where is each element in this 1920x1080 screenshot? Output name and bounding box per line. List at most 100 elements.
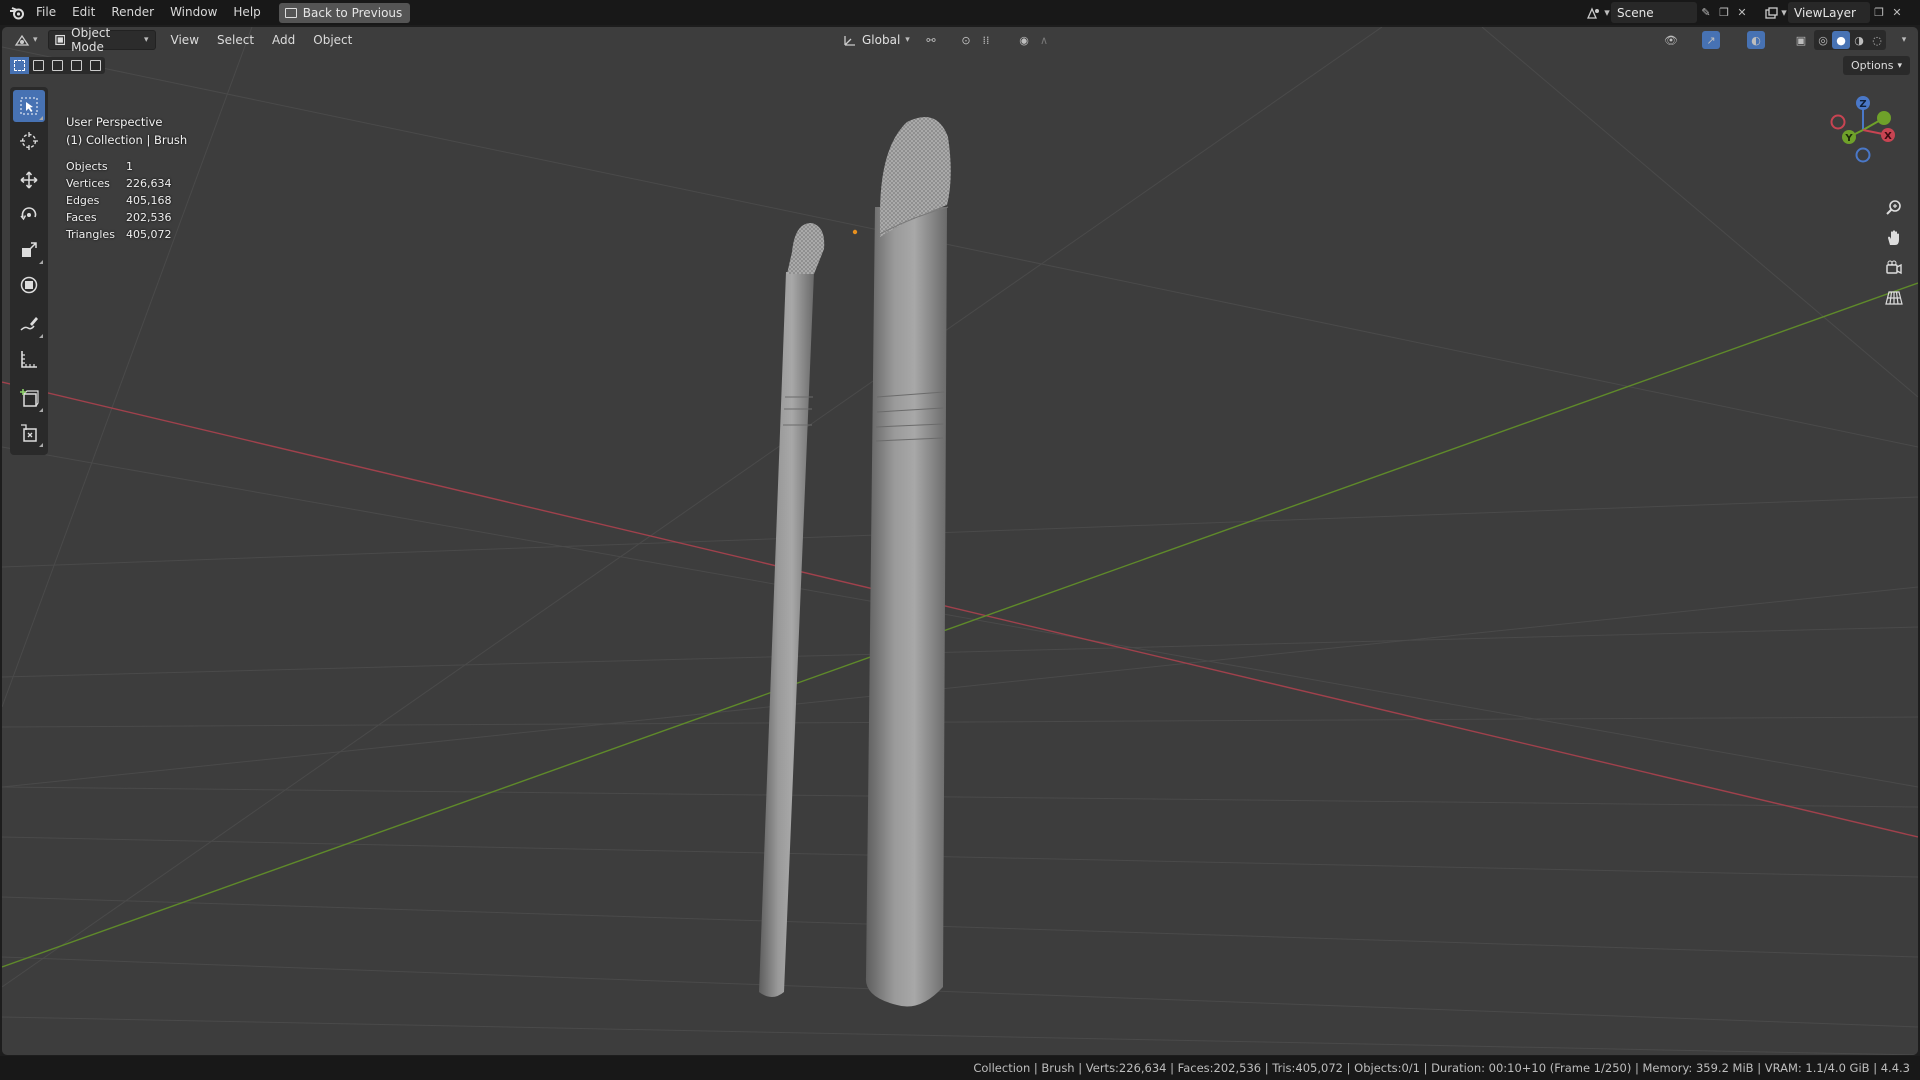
transform-tool[interactable]: [13, 269, 45, 301]
stats-value: 405,168: [126, 194, 172, 207]
viewport-scene: [2, 27, 1918, 1055]
selection-mode-group: [10, 57, 105, 74]
small-brush-mesh[interactable]: [759, 222, 825, 997]
pivot-point-icon[interactable]: ⚯: [922, 31, 940, 49]
grid-perspective-icon: [1885, 291, 1903, 305]
3d-viewport[interactable]: ▾ Object Mode ▾ View Select Add Object G…: [2, 27, 1918, 1055]
chevron-down-icon: ▾: [144, 35, 149, 45]
move-tool[interactable]: [13, 164, 45, 196]
scale-tool[interactable]: [13, 234, 45, 266]
stats-value: 405,072: [126, 228, 172, 241]
select-subtract-icon[interactable]: [48, 57, 67, 74]
object-mode-icon: [54, 34, 65, 46]
menu-render[interactable]: Render: [103, 0, 162, 25]
options-dropdown[interactable]: Options ▾: [1843, 56, 1910, 75]
snap-icon[interactable]: ⊙: [957, 31, 975, 49]
chevron-down-icon[interactable]: ▾: [1603, 4, 1611, 22]
falloff-icon[interactable]: ∧: [1035, 31, 1053, 49]
navigation-gizmo[interactable]: Z Y X: [1818, 85, 1908, 175]
gizmo-z-label: Z: [1859, 99, 1866, 110]
menu-help[interactable]: Help: [225, 0, 268, 25]
stats-row: Faces 202,536: [66, 209, 172, 226]
camera-view-button[interactable]: [1880, 254, 1908, 282]
stats-row: Vertices 226,634: [66, 175, 172, 192]
x-axis-line: [2, 381, 1918, 838]
annotate-pencil-icon: [20, 317, 38, 331]
select-intersect-icon[interactable]: [86, 57, 105, 74]
zoom-icon: [1886, 200, 1901, 215]
stats-row: Triangles 405,072: [66, 226, 172, 243]
close-scene-icon[interactable]: ✕: [1733, 4, 1751, 22]
chevron-down-icon[interactable]: ▾: [1780, 4, 1788, 22]
chevron-down-icon: ▾: [1897, 60, 1902, 71]
menu-edit[interactable]: Edit: [64, 0, 103, 25]
menu-window[interactable]: Window: [162, 0, 225, 25]
camera-icon: [1886, 260, 1902, 275]
rotate-tool[interactable]: [13, 199, 45, 231]
stats-key: Faces: [66, 211, 97, 224]
object-mode-dropdown[interactable]: Object Mode ▾: [47, 27, 156, 54]
material-shading-icon[interactable]: ◑: [1850, 31, 1868, 49]
perspective-label: User Perspective: [66, 115, 163, 129]
chevron-down-icon: ▾: [33, 35, 38, 45]
solid-shading-icon[interactable]: ●: [1832, 31, 1850, 49]
large-brush-mesh[interactable]: [865, 117, 951, 1007]
gizmo-neg-x[interactable]: [1830, 114, 1846, 130]
scene-name-field[interactable]: Scene: [1611, 2, 1697, 23]
snap-grid-icon[interactable]: ⁞⁞: [977, 31, 995, 49]
editor-type-button[interactable]: ▾: [8, 30, 44, 50]
gizmo-neg-z[interactable]: [1855, 147, 1871, 163]
cursor-tool[interactable]: [13, 125, 45, 157]
view-layer-selector: ▾ ViewLayer ❐ ✕: [1762, 2, 1906, 23]
menu-file[interactable]: File: [28, 0, 64, 25]
proportional-editing-icon[interactable]: ◉: [1015, 31, 1033, 49]
select-box-tool[interactable]: [13, 90, 45, 122]
add-object-tool[interactable]: [13, 417, 45, 449]
pin-icon[interactable]: ✎: [1697, 4, 1715, 22]
tool-shelf: [10, 87, 48, 455]
scene-statistics: Objects 1 Vertices 226,634 Edges 405,168 Fa…: [66, 158, 172, 243]
add-cube-tool[interactable]: [13, 382, 45, 414]
pan-button[interactable]: [1880, 224, 1908, 252]
select-extend-icon[interactable]: [29, 57, 48, 74]
chevron-down-icon[interactable]: ▾: [1895, 31, 1913, 49]
visibility-icon[interactable]: 👁: [1662, 31, 1680, 49]
scene-icon[interactable]: [1585, 4, 1603, 22]
xray-toggle-icon[interactable]: ▣: [1792, 31, 1810, 49]
stats-key: Vertices: [66, 177, 110, 190]
transform-orientation-dropdown[interactable]: Global ▾: [837, 30, 916, 50]
gizmo-y-positive[interactable]: [1877, 111, 1891, 125]
gizmo-toggle-icon[interactable]: ↗: [1702, 31, 1720, 49]
select-new-icon[interactable]: [10, 57, 29, 74]
wireframe-shading-icon[interactable]: ◎: [1814, 31, 1832, 49]
rotate-icon: [20, 207, 37, 221]
close-view-layer-icon[interactable]: ✕: [1888, 4, 1906, 22]
screen-icon: [284, 7, 297, 18]
view-layer-name-field[interactable]: ViewLayer: [1788, 2, 1870, 23]
object-mode-label: Object Mode: [71, 27, 111, 54]
floor-grid: [2, 27, 1918, 1055]
viewport-info-overlay: User Perspective (1) Collection | Brush: [66, 113, 187, 149]
select-invert-icon[interactable]: [67, 57, 86, 74]
options-label: Options: [1851, 59, 1894, 72]
stats-row: Edges 405,168: [66, 192, 172, 209]
zoom-button[interactable]: [1880, 194, 1908, 222]
rendered-shading-icon[interactable]: ◌: [1868, 31, 1886, 49]
blender-logo-icon[interactable]: [6, 2, 28, 24]
perspective-toggle-button[interactable]: [1880, 284, 1908, 312]
scale-icon: [22, 242, 37, 257]
back-to-previous-button[interactable]: Back to Previous: [278, 2, 411, 23]
annotate-tool[interactable]: [13, 308, 45, 340]
menu-object[interactable]: Object: [304, 33, 361, 47]
new-view-layer-icon[interactable]: ❐: [1870, 4, 1888, 22]
new-scene-icon[interactable]: ❐: [1715, 4, 1733, 22]
menu-add[interactable]: Add: [263, 33, 304, 47]
orientation-label: Global: [862, 33, 901, 47]
menu-view[interactable]: View: [162, 33, 208, 47]
measure-ruler-icon: [21, 351, 37, 368]
3d-cursor-icon: [20, 132, 38, 150]
measure-tool[interactable]: [13, 343, 45, 375]
menu-select[interactable]: Select: [208, 33, 263, 47]
view-layer-icon[interactable]: [1762, 4, 1780, 22]
overlays-toggle-icon[interactable]: ◐: [1747, 31, 1765, 49]
